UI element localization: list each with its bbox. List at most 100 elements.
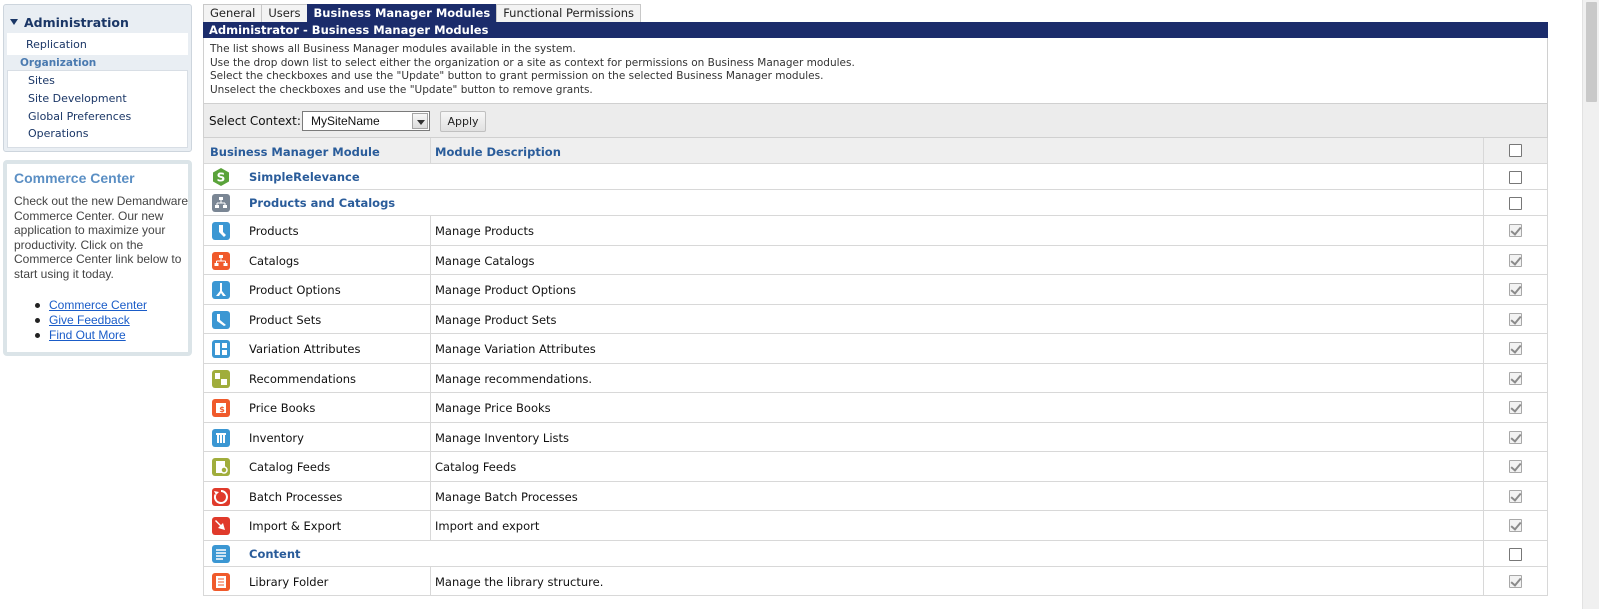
select-all-checkbox[interactable] <box>1509 144 1522 157</box>
info-line: Use the drop down list to select either … <box>210 56 855 69</box>
sidebar-item-global-preferences[interactable]: Global Preferences <box>28 110 131 123</box>
info-line: The list shows all Business Manager modu… <box>210 43 576 55</box>
product-icon <box>211 221 231 241</box>
group-name-content: Content <box>249 546 301 561</box>
permission-checkbox-variation-attributes[interactable] <box>1509 342 1522 355</box>
tab-users[interactable]: Users <box>261 4 308 22</box>
tab-functional-permissions[interactable]: Functional Permissions <box>496 4 642 22</box>
table-row: Products Manage Products <box>203 216 1548 246</box>
column-divider <box>1483 164 1484 189</box>
column-divider <box>1483 393 1484 422</box>
table-row: Recommendations Manage recommendations. <box>203 363 1548 393</box>
main-content: General Users Business Manager Modules F… <box>203 0 1548 609</box>
column-header-module: Business Manager Module <box>210 145 380 159</box>
module-name-catalogs: Catalogs <box>249 253 300 268</box>
product-options-icon <box>211 280 231 300</box>
permission-checkbox-recommendations[interactable] <box>1509 371 1522 385</box>
permission-checkbox-product-sets[interactable] <box>1509 312 1522 326</box>
context-select-value: MySiteName <box>311 114 380 128</box>
column-divider <box>1483 216 1484 245</box>
vertical-scrollbar[interactable] <box>1582 0 1599 609</box>
table-row: Variation Attributes Manage Variation Att… <box>203 334 1548 364</box>
info-line: Unselect the checkboxes and use the "Upd… <box>210 84 593 97</box>
commerce-center-link[interactable]: Commerce Center <box>49 298 147 312</box>
simplerelevance-icon: S <box>211 167 231 187</box>
table-row: Batch Processes Manage Batch Processes <box>203 481 1548 511</box>
module-name-catalog-feeds: Catalog Feeds <box>249 460 331 474</box>
permission-checkbox-catalogs[interactable] <box>1509 253 1522 267</box>
administration-header[interactable]: Administration <box>10 13 129 31</box>
tab-business-manager-modules[interactable]: Business Manager Modules <box>306 4 498 22</box>
permission-checkbox-catalog-feeds[interactable] <box>1509 460 1522 473</box>
import-export-icon <box>211 516 231 536</box>
group-name-simplerelevance: SimpleRelevance <box>249 170 360 184</box>
table-row: Product Sets Manage Product Sets <box>203 304 1548 334</box>
context-select[interactable]: MySiteName <box>302 111 430 131</box>
find-out-more-link[interactable]: Find Out More <box>49 328 126 342</box>
module-name-inventory: Inventory <box>249 430 304 445</box>
catalog-feeds-icon <box>211 457 231 477</box>
table-group-row: Products and Catalogs <box>203 190 1548 216</box>
column-divider <box>430 216 431 245</box>
svg-text:$: $ <box>219 405 225 414</box>
column-divider <box>1483 540 1484 566</box>
module-description: Manage the library structure. <box>435 574 604 589</box>
column-divider <box>1483 452 1484 481</box>
permission-checkbox-content[interactable] <box>1509 547 1522 561</box>
products-catalogs-icon <box>211 193 231 213</box>
module-description: Manage Price Books <box>435 401 551 415</box>
commerce-center-panel: Commerce Center Check out the new Demand… <box>3 160 192 356</box>
module-description: Manage Catalogs <box>435 253 535 268</box>
permission-checkbox-batch-processes[interactable] <box>1509 489 1522 503</box>
permission-checkbox-product-options[interactable] <box>1509 283 1522 296</box>
sidebar-item-site-development[interactable]: Site Development <box>28 92 127 105</box>
scrollbar-thumb[interactable] <box>1586 2 1597 102</box>
permission-checkbox-inventory[interactable] <box>1509 430 1522 444</box>
tab-general[interactable]: General <box>203 4 263 22</box>
permission-checkbox-library-folder[interactable] <box>1509 574 1522 588</box>
commerce-center-links: Commerce Center Give Feedback Find Out M… <box>33 298 147 343</box>
permission-checkbox-simplerelevance[interactable] <box>1509 171 1522 184</box>
permission-checkbox-import-and-export[interactable] <box>1509 519 1522 532</box>
module-description: Manage Product Options <box>435 283 577 297</box>
column-divider <box>1483 275 1484 304</box>
module-name-batch-processes: Batch Processes <box>249 489 343 504</box>
module-name-library-folder: Library Folder <box>249 574 329 589</box>
column-divider <box>1483 190 1484 215</box>
module-name-product-sets: Product Sets <box>249 312 322 327</box>
module-name-product-options: Product Options <box>249 283 341 297</box>
give-feedback-link[interactable]: Give Feedback <box>49 313 130 327</box>
commerce-center-text: Check out the new Demandware Commerce Ce… <box>14 194 189 281</box>
catalog-icon <box>211 251 231 271</box>
sidebar-item-operations[interactable]: Operations <box>28 127 88 140</box>
column-divider <box>1483 138 1484 163</box>
organization-label: Organization <box>20 57 97 69</box>
table-row: $ Price Books Manage Price Books <box>203 393 1548 423</box>
chevron-down-icon[interactable] <box>412 113 428 129</box>
organization-list: Sites Site Development Global Preference… <box>7 70 188 148</box>
administration-title: Administration <box>24 14 129 30</box>
column-divider <box>1483 566 1484 595</box>
column-divider <box>430 481 431 510</box>
apply-button[interactable]: Apply <box>440 111 486 132</box>
table-row: Library Folder Manage the library structu… <box>203 566 1548 596</box>
column-header-description: Module Description <box>435 145 561 159</box>
column-divider <box>430 511 431 540</box>
column-divider <box>430 363 431 392</box>
table-header: Business Manager Module Module Descripti… <box>203 138 1548 164</box>
permission-checkbox-price-books[interactable] <box>1509 401 1522 414</box>
inventory-icon <box>211 428 231 448</box>
table-row: Inventory Manage Inventory Lists <box>203 422 1548 452</box>
product-sets-icon <box>211 310 231 330</box>
column-divider <box>1483 422 1484 451</box>
info-line: Select the checkboxes and use the "Updat… <box>210 70 824 83</box>
sidebar-item-sites[interactable]: Sites <box>28 74 55 87</box>
column-divider <box>430 452 431 481</box>
column-divider <box>430 245 431 274</box>
sidebar-item-replication[interactable]: Replication <box>26 38 87 51</box>
table-row: Product Options Manage Product Options <box>203 275 1548 305</box>
permission-checkbox-products-and-catalogs[interactable] <box>1509 197 1522 210</box>
permission-checkbox-products[interactable] <box>1509 224 1522 237</box>
module-description: Manage Products <box>435 224 534 238</box>
sidebar: Administration Replication Organization … <box>0 0 194 609</box>
